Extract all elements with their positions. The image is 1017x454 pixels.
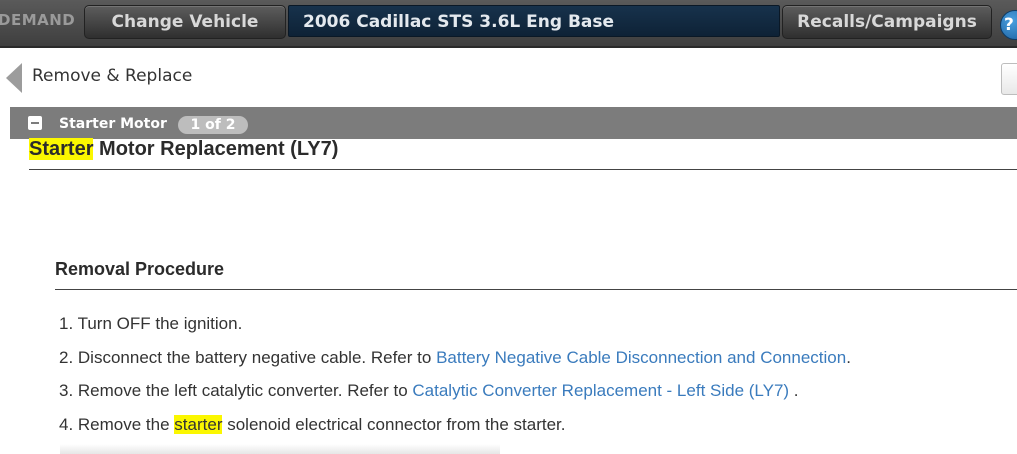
page-title-text: Motor Replacement (LY7) [93, 138, 339, 160]
title-divider [29, 169, 1017, 170]
catalytic-converter-link[interactable]: Catalytic Converter Replacement - Left S… [412, 381, 789, 400]
list-item: 3. Remove the left catalytic converter. … [59, 381, 799, 400]
vehicle-field[interactable]: 2006 Cadillac STS 3.6L Eng Base [288, 5, 780, 37]
section-subheading: Removal Procedure [55, 259, 225, 279]
change-vehicle-button[interactable]: Change Vehicle [84, 5, 286, 39]
collapse-icon[interactable] [28, 116, 42, 130]
brand-logo: DEMAND [0, 11, 76, 29]
procedure-steps: 1. Turn OFF the ignition. 2. Disconnect … [59, 314, 1017, 448]
top-toolbar: DEMAND Change Vehicle 2006 Cadillac STS … [0, 0, 1017, 48]
recalls-campaigns-button[interactable]: Recalls/Campaigns [782, 5, 992, 39]
page-indicator[interactable]: 1 of 2 [178, 116, 248, 134]
page-title: Starter Motor Replacement (LY7) [29, 138, 338, 161]
battery-cable-link[interactable]: Battery Negative Cable Disconnection and… [436, 348, 846, 367]
list-item: 2. Disconnect the battery negative cable… [59, 347, 851, 367]
toolbar-button[interactable] [1001, 63, 1017, 95]
back-arrow-icon[interactable] [6, 63, 22, 93]
list-item: 4. Remove the starter solenoid electrica… [59, 414, 566, 434]
breadcrumb[interactable]: Remove & Replace [32, 66, 192, 86]
search-highlight: starter [174, 414, 223, 434]
search-highlight: Starter [29, 138, 94, 160]
subheading-divider [55, 289, 1017, 290]
help-icon[interactable]: ? [1000, 10, 1017, 40]
list-item: 1. Turn OFF the ignition. [59, 314, 243, 333]
scroll-fade [60, 444, 500, 454]
section-title: Starter Motor [59, 116, 167, 132]
